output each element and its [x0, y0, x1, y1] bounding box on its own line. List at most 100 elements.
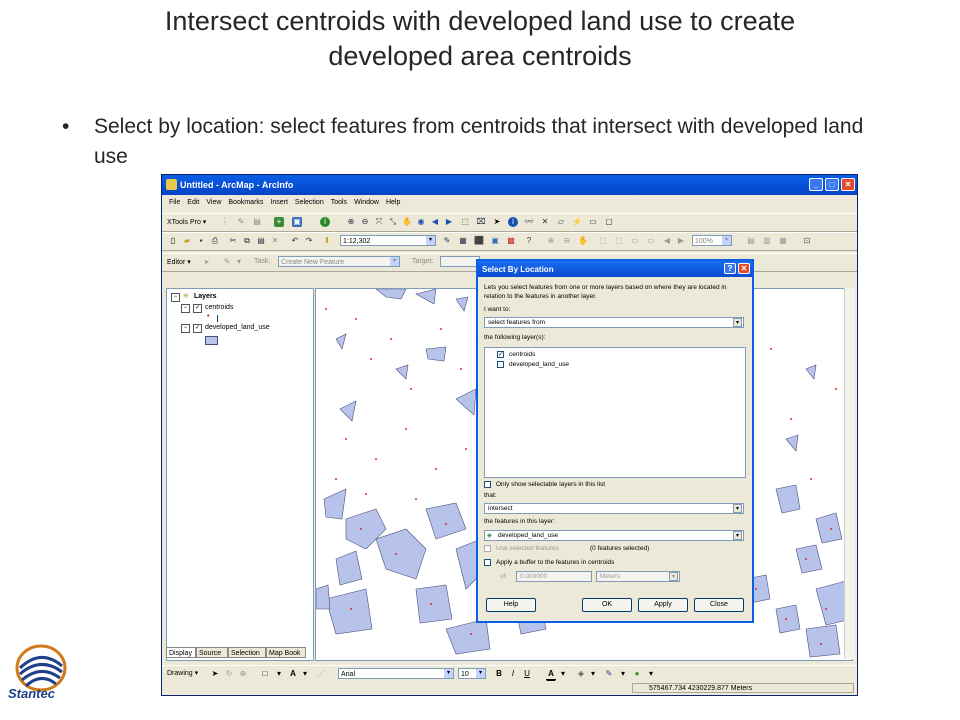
tab-selection[interactable]: Selection: [228, 647, 266, 658]
source-layer-select[interactable]: ◈ developed_land_use ▾: [484, 530, 744, 541]
fill-color-icon[interactable]: ◈: [576, 669, 586, 679]
rotate-icon[interactable]: ↻: [224, 669, 234, 679]
menu-edit[interactable]: Edit: [187, 199, 199, 206]
html-popup-icon[interactable]: ▭: [588, 217, 598, 227]
fixed-zoom-out-icon[interactable]: ⤡: [388, 217, 398, 227]
ok-button[interactable]: OK: [582, 598, 632, 612]
command-line-icon[interactable]: ▩: [506, 236, 516, 246]
dialog-titlebar[interactable]: Select By Location ? ✕: [478, 261, 752, 277]
layout-fixed-zoom-out-icon[interactable]: ⬚: [614, 236, 624, 246]
menu-insert[interactable]: Insert: [270, 199, 288, 206]
i-want-to-select[interactable]: select features from ▾: [484, 317, 744, 328]
paste-icon[interactable]: ▤: [256, 236, 266, 246]
whats-this-icon[interactable]: ?: [524, 236, 534, 246]
apply-buffer-checkbox[interactable]: [484, 559, 491, 566]
print-icon[interactable]: ⎙: [210, 236, 220, 246]
undo-icon[interactable]: ↶: [290, 236, 300, 246]
map-vertical-scrollbar[interactable]: [844, 288, 855, 659]
copy-icon[interactable]: ⧉: [242, 236, 252, 246]
sketch-dropdown-icon[interactable]: ▾: [234, 257, 244, 267]
layer-checkbox-developed-land-use[interactable]: [497, 361, 504, 368]
rectangle-icon[interactable]: □: [260, 669, 270, 679]
zoom-to-selected-icon[interactable]: ⊕: [238, 669, 248, 679]
add-data-arrow-icon[interactable]: ⬇: [322, 236, 332, 246]
save-icon[interactable]: ▪: [196, 236, 206, 246]
line-color-icon[interactable]: ✎: [604, 669, 614, 679]
menu-tools[interactable]: Tools: [331, 199, 347, 206]
info-icon[interactable]: i: [320, 217, 330, 227]
layer-item-developed-land-use[interactable]: developed_land_use: [509, 360, 569, 369]
viewer-icon[interactable]: ▢: [604, 217, 614, 227]
layer-visibility-checkbox[interactable]: ✓: [193, 324, 202, 333]
buffer-distance-input[interactable]: 0.000000: [516, 571, 592, 582]
menu-file[interactable]: File: [169, 199, 180, 206]
menu-bookmarks[interactable]: Bookmarks: [228, 199, 263, 206]
arctoolbox-icon[interactable]: ⬛: [474, 236, 484, 246]
full-extent-icon[interactable]: ◉: [416, 217, 426, 227]
layout-zoom-out-icon[interactable]: ⊖: [562, 236, 572, 246]
catalog-icon[interactable]: ▣: [490, 236, 500, 246]
pencil-icon[interactable]: ✎: [236, 217, 246, 227]
tab-map-book[interactable]: Map Book: [266, 647, 306, 658]
layer-visibility-checkbox[interactable]: ✓: [193, 304, 202, 313]
use-selected-checkbox[interactable]: [484, 545, 491, 552]
redo-icon[interactable]: ↷: [304, 236, 314, 246]
text-tool-icon[interactable]: A: [288, 669, 298, 679]
window-titlebar[interactable]: Untitled - ArcMap - ArcInfo _ □ ✕: [162, 175, 857, 195]
layout-fixed-zoom-in-icon[interactable]: ⬚: [598, 236, 608, 246]
grid-icon[interactable]: ⋮: [220, 217, 230, 227]
font-color-icon[interactable]: A: [546, 669, 556, 681]
font-name-select[interactable]: Arial ▾: [338, 668, 454, 679]
toc-icon[interactable]: ▦: [458, 236, 468, 246]
lock-icon[interactable]: ⊡: [802, 236, 812, 246]
italic-button[interactable]: I: [508, 669, 518, 679]
toggle-draft-icon[interactable]: ▤: [746, 236, 756, 246]
zoom-in-icon[interactable]: ⊕: [346, 217, 356, 227]
layout-pan-icon[interactable]: ✋: [578, 236, 588, 246]
target-select[interactable]: [440, 256, 480, 267]
dialog-help-button[interactable]: ?: [724, 263, 736, 274]
measure-icon[interactable]: ▱: [556, 217, 566, 227]
buffer-units-select[interactable]: Meters ▾: [596, 571, 680, 582]
toc-layer-centroids[interactable]: centroids: [205, 304, 233, 311]
tab-source[interactable]: Source: [196, 647, 228, 658]
dropdown-icon[interactable]: ▾: [274, 669, 284, 679]
delete-icon[interactable]: ✕: [270, 236, 280, 246]
layout-back-icon[interactable]: ◀: [662, 236, 672, 246]
dialog-close-button[interactable]: ✕: [738, 263, 750, 274]
layer-checkbox-centroids[interactable]: ✓: [497, 351, 504, 358]
menu-help[interactable]: Help: [386, 199, 400, 206]
identify-icon[interactable]: i: [508, 217, 518, 227]
hyperlink-icon[interactable]: ⚡: [572, 217, 582, 227]
maximize-button[interactable]: □: [825, 178, 839, 191]
edit-tool-icon[interactable]: ▸: [202, 257, 212, 267]
open-icon[interactable]: ▰: [182, 236, 192, 246]
menu-window[interactable]: Window: [354, 199, 379, 206]
close-button[interactable]: ✕: [841, 178, 855, 191]
editor-toolbar-icon[interactable]: ✎: [442, 236, 452, 246]
layout-whole-page-icon[interactable]: ▭: [630, 236, 640, 246]
new-icon[interactable]: ▯: [168, 236, 178, 246]
tool-icon[interactable]: ▤: [252, 217, 262, 227]
layer-icon[interactable]: ▣: [292, 217, 302, 227]
help-button[interactable]: Help: [486, 598, 536, 612]
apply-button[interactable]: Apply: [638, 598, 688, 612]
close-dialog-button[interactable]: Close: [694, 598, 744, 612]
minimize-button[interactable]: _: [809, 178, 823, 191]
collapse-icon[interactable]: −: [171, 293, 180, 302]
clear-selection-icon[interactable]: ⌧: [476, 217, 486, 227]
toc-layer-developed-land-use[interactable]: developed_land_use: [205, 324, 270, 331]
drawing-menu[interactable]: Drawing ▾: [167, 669, 198, 677]
bold-button[interactable]: B: [494, 669, 504, 679]
task-select[interactable]: Create New Feature ▾: [278, 256, 400, 267]
layout-forward-icon[interactable]: ▶: [676, 236, 686, 246]
only-selectable-checkbox[interactable]: [484, 481, 491, 488]
layout-100-icon[interactable]: ▭: [646, 236, 656, 246]
map-scale-select[interactable]: 1:12,302 ▾: [340, 235, 436, 246]
edit-vertices-icon[interactable]: ⋰: [316, 669, 326, 679]
dropdown-icon[interactable]: ▾: [300, 669, 310, 679]
change-layout-icon[interactable]: ▦: [778, 236, 788, 246]
collapse-icon[interactable]: −: [181, 324, 190, 333]
find-icon[interactable]: 👓: [524, 217, 534, 227]
dropdown-icon[interactable]: ▾: [588, 669, 598, 679]
